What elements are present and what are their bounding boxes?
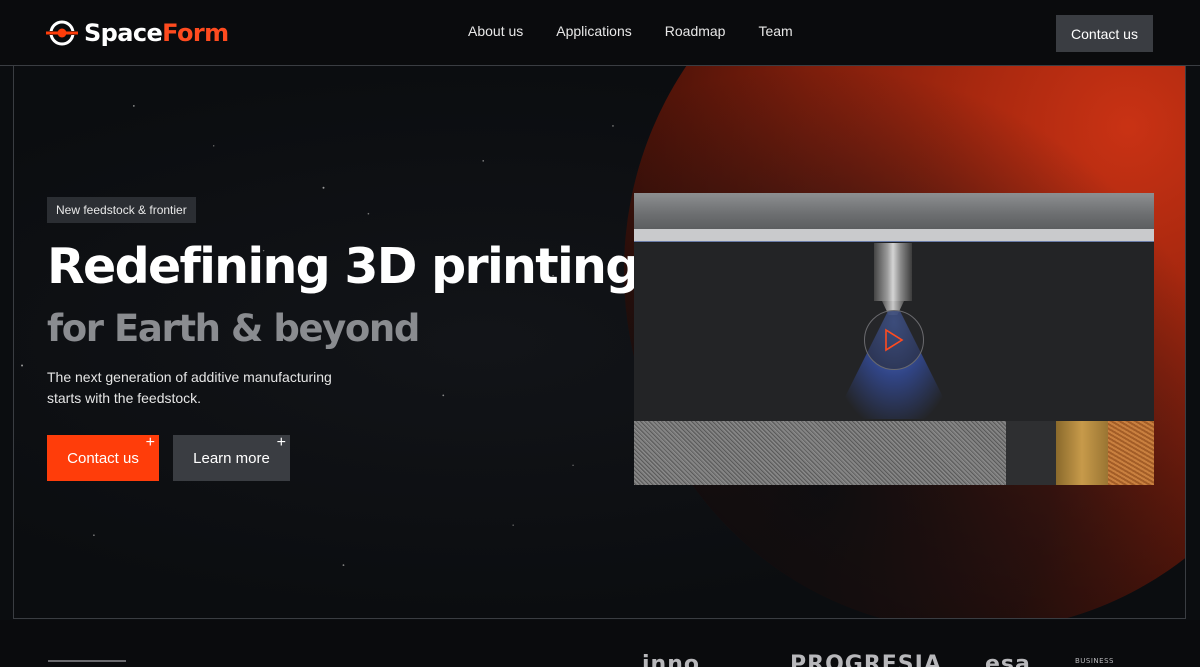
substrate-metal bbox=[634, 421, 1006, 485]
partner-logo-progresja: PROGRESJA bbox=[790, 652, 942, 667]
plus-icon: + bbox=[276, 434, 286, 451]
hero-description: The next generation of additive manufact… bbox=[47, 369, 332, 406]
nav-link-team[interactable]: Team bbox=[758, 23, 792, 39]
hero-contact-button-label: Contact us bbox=[67, 449, 139, 467]
brand-name-part1: Space bbox=[84, 19, 163, 47]
top-navigation: SpaceForm About us Applications Roadmap … bbox=[0, 0, 1200, 66]
partner-logo-business: BUSINESS bbox=[1075, 657, 1114, 665]
hero-video-player[interactable] bbox=[634, 193, 1154, 485]
substrate-sample-copper bbox=[1108, 421, 1154, 485]
nav-link-roadmap[interactable]: Roadmap bbox=[665, 23, 726, 39]
nav-link-applications[interactable]: Applications bbox=[556, 23, 632, 39]
hero-learn-more-button-label: Learn more bbox=[193, 449, 270, 467]
partners-divider bbox=[48, 660, 126, 662]
video-play-button[interactable] bbox=[864, 310, 924, 370]
hero-contact-button[interactable]: Contact us + bbox=[47, 435, 159, 481]
spaceform-logo-icon bbox=[46, 20, 78, 46]
spaceform-logo[interactable]: SpaceForm bbox=[46, 18, 229, 48]
printer-rail bbox=[634, 193, 1154, 229]
partner-logo-esa: esa bbox=[985, 652, 1031, 667]
printer-rail-strip bbox=[634, 229, 1154, 242]
brand-name: SpaceForm bbox=[84, 19, 229, 47]
play-icon bbox=[885, 328, 904, 352]
nav-links: About us Applications Roadmap Team bbox=[468, 23, 826, 39]
partners-strip: inno PROGRESJA esa BUSINESS bbox=[0, 620, 1200, 667]
hero-section: New feedstock & frontier Redefining 3D p… bbox=[13, 66, 1186, 619]
brand-name-part2: Form bbox=[162, 19, 229, 47]
hero-learn-more-button[interactable]: Learn more + bbox=[173, 435, 290, 481]
hero-subtitle: for Earth & beyond bbox=[47, 307, 420, 350]
hero-title: Redefining 3D printing bbox=[47, 238, 640, 295]
nav-link-about-us[interactable]: About us bbox=[468, 23, 523, 39]
printer-nozzle bbox=[874, 243, 912, 301]
partner-logo-inno: inno bbox=[642, 652, 700, 667]
substrate-sample-dark bbox=[1006, 421, 1056, 485]
nav-contact-button[interactable]: Contact us bbox=[1056, 15, 1153, 52]
plus-icon: + bbox=[145, 434, 155, 451]
substrate-sample-gold bbox=[1056, 421, 1108, 485]
hero-badge: New feedstock & frontier bbox=[47, 197, 196, 223]
